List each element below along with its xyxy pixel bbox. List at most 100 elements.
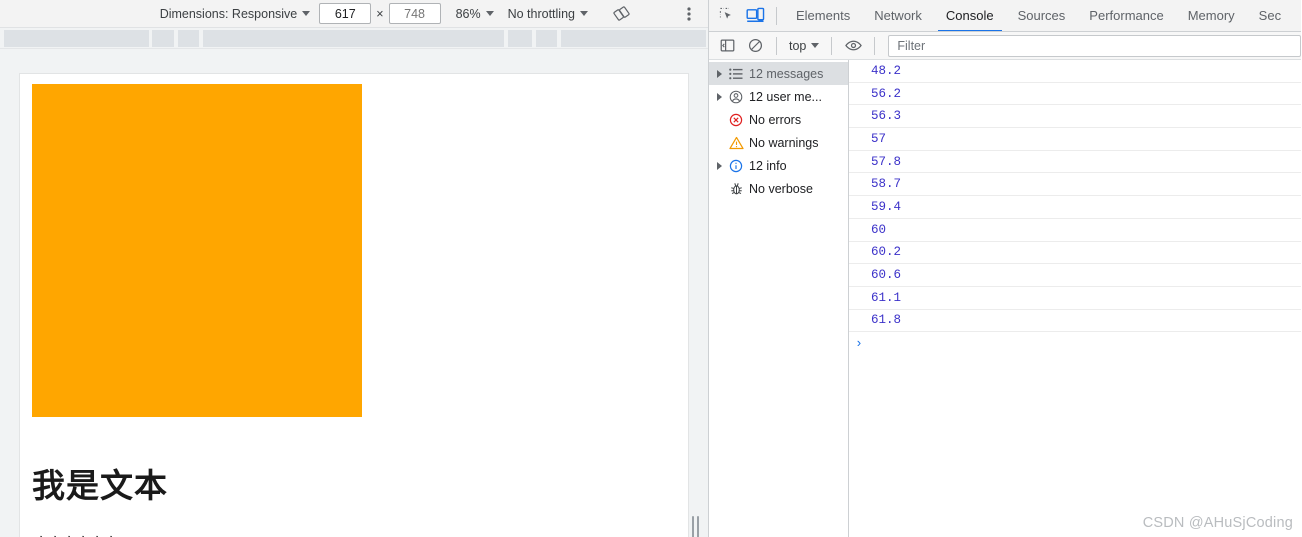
device-ruler-strip[interactable] bbox=[0, 28, 708, 49]
more-options-icon[interactable] bbox=[676, 2, 702, 26]
tab-performance[interactable]: Performance bbox=[1077, 0, 1175, 31]
expand-arrow-icon[interactable] bbox=[713, 159, 726, 172]
sidebar-item-warnings[interactable]: No warnings bbox=[709, 131, 848, 154]
tab-security[interactable]: Sec bbox=[1247, 0, 1293, 31]
log-value: 59.4 bbox=[871, 199, 902, 214]
log-value: 56.3 bbox=[871, 109, 902, 124]
clear-console-icon[interactable] bbox=[741, 32, 769, 60]
sidebar-item-errors[interactable]: No errors bbox=[709, 108, 848, 131]
chevron-down-icon bbox=[811, 43, 820, 48]
console-filter-box[interactable] bbox=[888, 34, 1301, 57]
toolbar-divider bbox=[776, 6, 777, 25]
dimensions-dropdown[interactable]: Dimensions: Responsive bbox=[154, 3, 317, 25]
viewport-height-input[interactable] bbox=[388, 3, 441, 24]
tab-label: Sources bbox=[1017, 8, 1066, 23]
sidebar-item-info[interactable]: 12 info bbox=[709, 154, 848, 177]
sidebar-item-user-messages[interactable]: 12 user me... bbox=[709, 85, 848, 108]
console-log-entry[interactable]: 57.8 bbox=[849, 151, 1301, 174]
zoom-label: 86% bbox=[455, 6, 481, 21]
watermark-text: CSDN @AHuSjCoding bbox=[1142, 515, 1293, 531]
console-filter-input[interactable] bbox=[897, 38, 1292, 53]
inspect-element-icon[interactable] bbox=[713, 2, 741, 30]
log-value: 57 bbox=[871, 131, 887, 146]
tab-memory[interactable]: Memory bbox=[1176, 0, 1247, 31]
expand-arrow-icon[interactable] bbox=[713, 67, 726, 80]
toolbar-divider bbox=[831, 36, 833, 55]
tab-console[interactable]: Console bbox=[934, 0, 1006, 31]
device-toolbar-icon[interactable] bbox=[741, 2, 769, 30]
zoom-dropdown[interactable]: 86% bbox=[450, 3, 500, 25]
ruler-segment bbox=[178, 30, 199, 47]
sidebar-item-label: 12 messages bbox=[749, 66, 824, 81]
log-value: 57.8 bbox=[871, 154, 902, 169]
console-log-entry[interactable]: 60.6 bbox=[849, 264, 1301, 287]
tab-elements[interactable]: Elements bbox=[784, 0, 862, 31]
console-log-entry[interactable]: 61.8 bbox=[849, 310, 1301, 333]
chevron-down-icon bbox=[485, 11, 494, 16]
throttling-label: No throttling bbox=[507, 6, 575, 21]
ruler-segment bbox=[536, 30, 557, 47]
console-log-entry[interactable]: 60.2 bbox=[849, 242, 1301, 265]
tab-sources[interactable]: Sources bbox=[1006, 0, 1078, 31]
console-log-entry[interactable]: 56.2 bbox=[849, 83, 1301, 106]
live-expression-eye-icon[interactable] bbox=[839, 32, 867, 60]
log-value: 60 bbox=[871, 222, 887, 237]
emulated-page-frame: 我是文本 哈哈哈哈哈哈 bbox=[20, 74, 688, 537]
sidebar-item-label: No errors bbox=[749, 112, 802, 127]
console-log-list[interactable]: 48.2 56.2 56.3 57 57.8 58.7 59.4 60 60.2… bbox=[849, 60, 1301, 537]
chevron-down-icon bbox=[302, 11, 311, 16]
devtools-panel: Elements Network Console Sources Perform… bbox=[709, 0, 1301, 537]
execution-context-dropdown[interactable]: top bbox=[784, 35, 824, 56]
sidebar-item-label: 12 user me... bbox=[749, 89, 822, 104]
rotate-icon[interactable] bbox=[608, 2, 634, 26]
throttling-dropdown[interactable]: No throttling bbox=[502, 3, 594, 25]
user-icon bbox=[726, 89, 746, 105]
tab-label: Sec bbox=[1258, 8, 1282, 23]
expand-arrow-icon[interactable] bbox=[713, 90, 726, 103]
tab-label: Performance bbox=[1089, 8, 1164, 23]
ruler-segment bbox=[561, 30, 706, 47]
tab-label: Memory bbox=[1187, 8, 1235, 23]
resize-grip-bar bbox=[696, 516, 699, 537]
tab-network[interactable]: Network bbox=[862, 0, 934, 31]
expand-arrow-placeholder bbox=[713, 136, 726, 149]
sidebar-toggle-icon[interactable] bbox=[713, 32, 741, 60]
expand-arrow-placeholder bbox=[713, 182, 726, 195]
ruler-segment bbox=[4, 30, 149, 47]
log-value: 60.2 bbox=[871, 245, 902, 260]
viewport-width-input[interactable] bbox=[319, 3, 372, 24]
ruler-segment bbox=[152, 30, 174, 47]
log-value: 61.1 bbox=[871, 290, 902, 305]
device-emulation-pane: Dimensions: Responsive × 86% No throttli… bbox=[0, 0, 709, 537]
log-value: 48.2 bbox=[871, 63, 902, 78]
tab-label: Network bbox=[874, 8, 922, 23]
console-prompt[interactable]: › bbox=[849, 332, 1301, 354]
viewport-resize-handle[interactable] bbox=[690, 515, 700, 537]
console-log-entry[interactable]: 59.4 bbox=[849, 196, 1301, 219]
warning-icon bbox=[726, 135, 746, 151]
log-value: 56.2 bbox=[871, 86, 902, 101]
console-sidebar: 12 messages 12 user me... No errors No w… bbox=[709, 60, 849, 537]
dimension-separator: × bbox=[376, 6, 384, 21]
dimensions-label: Dimensions: Responsive bbox=[159, 6, 298, 21]
console-log-entry[interactable]: 60 bbox=[849, 219, 1301, 242]
log-value: 58.7 bbox=[871, 177, 902, 192]
tab-label: Console bbox=[945, 8, 994, 23]
sidebar-item-label: 12 info bbox=[749, 158, 787, 173]
sidebar-item-label: No verbose bbox=[749, 181, 813, 196]
device-toolbar: Dimensions: Responsive × 86% No throttli… bbox=[0, 0, 708, 28]
console-toolbar: top bbox=[709, 32, 1301, 60]
sidebar-item-verbose[interactable]: No verbose bbox=[709, 177, 848, 200]
console-log-entry[interactable]: 61.1 bbox=[849, 287, 1301, 310]
console-log-entry[interactable]: 56.3 bbox=[849, 105, 1301, 129]
resize-grip-bar bbox=[691, 516, 694, 537]
sidebar-item-messages[interactable]: 12 messages bbox=[709, 62, 848, 85]
console-log-entry[interactable]: 57 bbox=[849, 128, 1301, 151]
expand-arrow-placeholder bbox=[713, 113, 726, 126]
prompt-symbol: › bbox=[855, 335, 863, 351]
toolbar-divider bbox=[776, 36, 777, 55]
log-value: 61.8 bbox=[871, 313, 902, 328]
devtools-tabbar: Elements Network Console Sources Perform… bbox=[709, 0, 1301, 32]
console-log-entry[interactable]: 48.2 bbox=[849, 60, 1301, 83]
console-log-entry[interactable]: 58.7 bbox=[849, 173, 1301, 197]
